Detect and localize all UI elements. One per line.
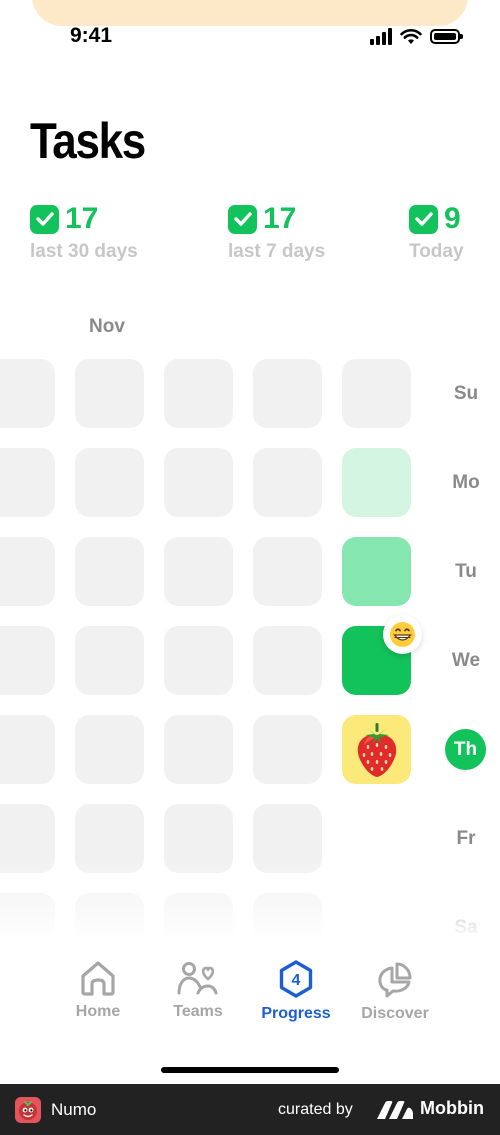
people-heart-icon — [177, 962, 218, 995]
tab-progress[interactable]: 4 Progress — [246, 959, 346, 1023]
calendar-cell-tuesday-medium[interactable] — [342, 537, 411, 606]
stat-value: 17 — [65, 202, 99, 235]
calendar-cell[interactable] — [253, 359, 322, 428]
tab-label: Teams — [173, 1003, 223, 1020]
page-title: Tasks — [30, 113, 146, 169]
calendar-cell[interactable] — [164, 715, 233, 784]
calendar-cell[interactable] — [164, 626, 233, 695]
app-name: Numo — [51, 1100, 97, 1119]
mobbin-logo-icon — [377, 1101, 413, 1119]
tab-label: Home — [75, 1003, 121, 1020]
day-label-wednesday: We — [451, 650, 481, 671]
tab-label: Discover — [361, 1005, 429, 1022]
home-indicator — [161, 1067, 339, 1073]
discover-blob-icon — [378, 962, 412, 998]
tab-teams[interactable]: Teams — [148, 959, 248, 1021]
calendar-cell-monday-light[interactable] — [342, 448, 411, 517]
calendar-cell[interactable] — [0, 715, 55, 784]
wifi-icon — [400, 29, 422, 44]
stat-label: last 30 days — [30, 241, 138, 262]
calendar-cell[interactable] — [253, 537, 322, 606]
mobbin-brand-name: Mobbin — [420, 1098, 484, 1118]
calendar-cell-sunday[interactable] — [342, 359, 411, 428]
stat-value: 17 — [263, 202, 297, 235]
status-time: 9:41 — [70, 24, 113, 47]
numo-app-icon — [15, 1097, 41, 1123]
calendar-cell[interactable] — [0, 448, 55, 517]
calendar-cell[interactable] — [0, 537, 55, 606]
stat-value: 9 — [444, 202, 461, 235]
calendar-cell[interactable] — [75, 359, 144, 428]
stat-label: last 7 days — [228, 241, 326, 262]
signal-icon — [370, 28, 392, 45]
grinning-face-icon — [390, 622, 415, 647]
status-bar: 9:41 — [0, 22, 500, 54]
footer-bar: Numo curated by Mobbin — [0, 1084, 500, 1135]
status-icons — [370, 28, 463, 45]
curated-by-label: curated by — [278, 1101, 353, 1118]
calendar-cell[interactable] — [164, 359, 233, 428]
tab-bar: Home Teams 4 Progress Discover — [0, 955, 500, 1035]
day-label-tuesday: Tu — [455, 561, 477, 582]
strawberry-icon — [357, 722, 396, 777]
tab-home[interactable]: Home — [48, 959, 148, 1021]
calendar-cell[interactable] — [75, 715, 144, 784]
tab-discover[interactable]: Discover — [345, 959, 445, 1023]
calendar-cell-thursday-today[interactable] — [342, 715, 411, 784]
progress-hexagon-icon: 4 — [279, 960, 313, 998]
scroll-fade — [0, 860, 500, 955]
calendar-cell[interactable] — [253, 626, 322, 695]
calendar-cell[interactable] — [75, 626, 144, 695]
calendar-cell[interactable] — [75, 448, 144, 517]
month-label: Nov — [89, 316, 125, 337]
stat-label: Today — [409, 241, 464, 262]
house-icon — [81, 961, 115, 996]
calendar-cell[interactable] — [75, 537, 144, 606]
emoji-reaction-badge[interactable] — [383, 615, 422, 654]
calendar-cell[interactable] — [164, 537, 233, 606]
battery-icon — [430, 29, 463, 44]
day-label-friday: Fr — [456, 828, 476, 849]
day-label-sunday: Su — [453, 383, 479, 404]
stat-today: 9 Today — [409, 204, 464, 263]
calendar-cell[interactable] — [0, 626, 55, 695]
check-icon — [228, 204, 257, 234]
calendar-cell[interactable] — [253, 715, 322, 784]
stat-last-30-days: 17 last 30 days — [30, 204, 138, 263]
check-icon — [409, 204, 438, 234]
progress-badge-number: 4 — [292, 972, 301, 989]
tab-label: Progress — [261, 1005, 331, 1022]
stat-last-7-days: 17 last 7 days — [228, 204, 325, 263]
day-label-monday: Mo — [452, 472, 480, 493]
check-icon — [30, 204, 59, 234]
day-label-today: Th — [445, 729, 486, 770]
calendar-cell[interactable] — [253, 448, 322, 517]
calendar-cell[interactable] — [0, 359, 55, 428]
calendar-cell[interactable] — [164, 448, 233, 517]
